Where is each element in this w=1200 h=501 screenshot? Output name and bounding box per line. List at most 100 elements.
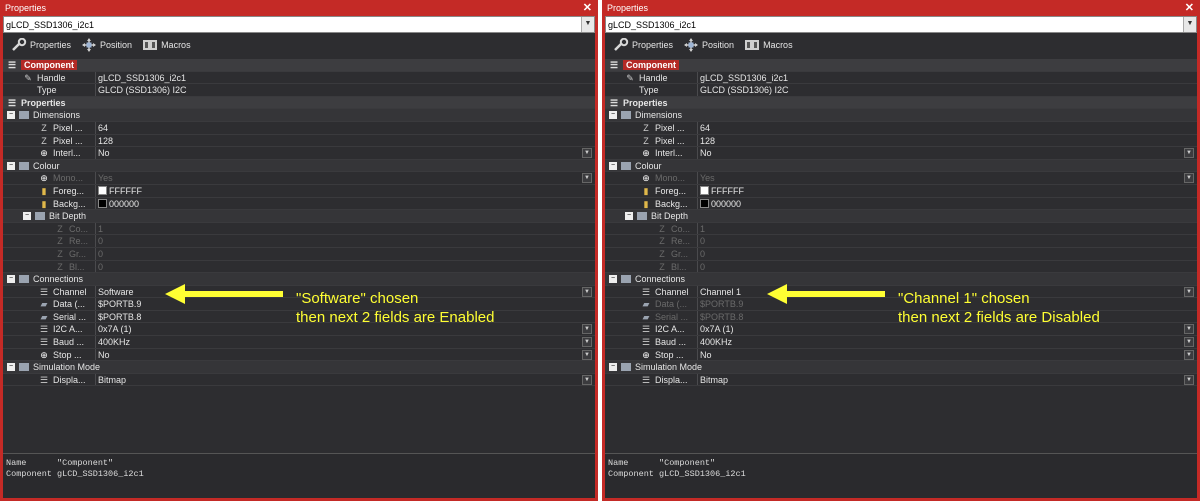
- prop-row-interlace[interactable]: ⊕ Interl... No ▼: [605, 147, 1197, 160]
- dropdown-icon[interactable]: ▼: [1184, 349, 1194, 360]
- prop-value-background[interactable]: 000000: [98, 198, 139, 210]
- dropdown-icon[interactable]: ▼: [582, 148, 592, 159]
- collapse-icon[interactable]: −: [23, 212, 31, 221]
- prop-value-interlace[interactable]: No: [98, 147, 110, 159]
- prop-value-channel[interactable]: Channel 1: [700, 286, 741, 298]
- group-colour[interactable]: − Colour: [605, 159, 1197, 173]
- prop-row-baud[interactable]: ☰ Baud ... 400KHz ▼: [3, 336, 595, 349]
- prop-row-pixel-width[interactable]: Z Pixel ... 128: [605, 134, 1197, 148]
- collapse-icon[interactable]: −: [609, 363, 617, 372]
- group-simulation-mode[interactable]: − Simulation Mode: [605, 361, 1197, 374]
- prop-value-colour-bits: 1: [700, 223, 706, 234]
- prop-row-background[interactable]: ▮ Backg... 000000: [3, 197, 595, 211]
- group-connections[interactable]: − Connections: [605, 273, 1197, 286]
- collapse-icon[interactable]: −: [7, 161, 15, 170]
- prop-value-serial-clock[interactable]: $PORTB.8: [98, 311, 141, 323]
- prop-row-pixel-height[interactable]: Z Pixel ... 64: [605, 121, 1197, 135]
- group-colour[interactable]: − Colour: [3, 159, 595, 173]
- properties-button[interactable]: Properties: [613, 38, 673, 52]
- prop-value-stop-delay[interactable]: No: [700, 349, 712, 361]
- prop-value-pixel-width[interactable]: 128: [98, 135, 113, 147]
- section-properties[interactable]: ☰ Properties: [605, 96, 1197, 110]
- group-connections[interactable]: − Connections: [3, 273, 595, 286]
- section-properties[interactable]: ☰ Properties: [3, 96, 595, 110]
- prop-row-display[interactable]: ☰ Displa... Bitmap ▼: [3, 373, 595, 387]
- prop-value-pixel-height[interactable]: 64: [98, 122, 108, 134]
- prop-value-channel[interactable]: Software: [98, 286, 134, 298]
- dropdown-icon[interactable]: ▼: [582, 324, 592, 335]
- prop-row-baud[interactable]: ☰ Baud ... 400KHz ▼: [605, 336, 1197, 349]
- prop-value-stop-delay[interactable]: No: [98, 349, 110, 361]
- collapse-icon[interactable]: −: [7, 111, 15, 120]
- properties-button-label: Properties: [30, 40, 72, 50]
- component-selector[interactable]: gLCD_SSD1306_i2c1 ▼: [605, 16, 1197, 33]
- component-selector[interactable]: gLCD_SSD1306_i2c1 ▼: [3, 16, 595, 33]
- position-button-label: Position: [100, 40, 133, 50]
- prop-row-handle[interactable]: ✎ Handle gLCD_SSD1306_i2c1: [605, 71, 1197, 85]
- prop-row-background[interactable]: ▮ Backg... 000000: [605, 197, 1197, 211]
- dropdown-icon[interactable]: ▼: [582, 337, 592, 348]
- collapse-icon[interactable]: −: [609, 275, 617, 284]
- prop-row-handle[interactable]: ✎ Handle gLCD_SSD1306_i2c1: [3, 71, 595, 85]
- collapse-icon[interactable]: −: [609, 111, 617, 120]
- prop-value-background[interactable]: 000000: [700, 198, 741, 210]
- dropdown-icon[interactable]: ▼: [1184, 374, 1194, 385]
- prop-row-foreground[interactable]: ▮ Foreg... FFFFFF: [3, 184, 595, 198]
- prop-row-stop-delay[interactable]: ⊕ Stop ... No ▼: [605, 348, 1197, 362]
- properties-button[interactable]: Properties: [11, 38, 71, 52]
- pencil-icon: ✎: [626, 72, 634, 83]
- close-icon[interactable]: ✕: [1185, 1, 1194, 14]
- prop-row-pixel-width[interactable]: Z Pixel ... 128: [3, 134, 595, 148]
- macros-button-label: Macros: [763, 40, 793, 50]
- dropdown-icon[interactable]: ▼: [582, 286, 592, 297]
- prop-value-i2c-address[interactable]: 0x7A (1): [700, 323, 734, 335]
- dropdown-icon[interactable]: ▼: [1184, 148, 1194, 159]
- group-bit-depth[interactable]: − Bit Depth: [605, 210, 1197, 223]
- colour-icon: ▮: [41, 198, 47, 209]
- prop-value-data-pin[interactable]: $PORTB.9: [98, 298, 141, 310]
- group-bit-depth[interactable]: − Bit Depth: [3, 210, 595, 223]
- macros-button[interactable]: Macros: [744, 38, 793, 52]
- dropdown-icon[interactable]: ▼: [1184, 324, 1194, 335]
- position-button[interactable]: Position: [81, 38, 132, 52]
- section-component[interactable]: ☰ Component: [605, 59, 1197, 72]
- prop-value-baud[interactable]: 400KHz: [700, 336, 732, 348]
- macros-button[interactable]: Macros: [142, 38, 191, 52]
- prop-row-stop-delay[interactable]: ⊕ Stop ... No ▼: [3, 348, 595, 362]
- prop-value-handle[interactable]: gLCD_SSD1306_i2c1: [700, 72, 788, 84]
- prop-value-pixel-height[interactable]: 64: [700, 122, 710, 134]
- prop-row-type[interactable]: Type GLCD (SSD1306) I2C: [3, 84, 595, 97]
- collapse-icon[interactable]: −: [609, 161, 617, 170]
- close-icon[interactable]: ✕: [583, 1, 592, 14]
- prop-value-baud[interactable]: 400KHz: [98, 336, 130, 348]
- group-dimensions[interactable]: − Dimensions: [3, 109, 595, 122]
- group-simulation-mode[interactable]: − Simulation Mode: [3, 361, 595, 374]
- prop-value-interlace[interactable]: No: [700, 147, 712, 159]
- prop-value-display[interactable]: Bitmap: [98, 374, 126, 386]
- prop-value-handle[interactable]: gLCD_SSD1306_i2c1: [98, 72, 186, 84]
- chevron-down-icon[interactable]: ▼: [581, 17, 594, 32]
- prop-value-foreground[interactable]: FFFFFF: [700, 185, 744, 197]
- dropdown-icon[interactable]: ▼: [1184, 337, 1194, 348]
- group-dimensions[interactable]: − Dimensions: [605, 109, 1197, 122]
- prop-row-pixel-height[interactable]: Z Pixel ... 64: [3, 121, 595, 135]
- dropdown-icon[interactable]: ▼: [1184, 286, 1194, 297]
- prop-value-display[interactable]: Bitmap: [700, 374, 728, 386]
- prop-value-foreground[interactable]: FFFFFF: [98, 185, 142, 197]
- chevron-down-icon[interactable]: ▼: [1183, 17, 1196, 32]
- prop-row-display[interactable]: ☰ Displa... Bitmap ▼: [605, 373, 1197, 387]
- collapse-icon[interactable]: −: [625, 212, 633, 221]
- prop-name-pixel-width: Pixel ...: [53, 135, 83, 146]
- collapse-icon[interactable]: −: [7, 363, 15, 372]
- prop-value-pixel-width[interactable]: 128: [700, 135, 715, 147]
- prop-row-interlace[interactable]: ⊕ Interl... No ▼: [3, 147, 595, 160]
- dropdown-icon[interactable]: ▼: [582, 374, 592, 385]
- collapse-icon[interactable]: −: [7, 275, 15, 284]
- prop-value-i2c-address[interactable]: 0x7A (1): [98, 323, 132, 335]
- dropdown-icon[interactable]: ▼: [582, 349, 592, 360]
- prop-row-foreground[interactable]: ▮ Foreg... FFFFFF: [605, 184, 1197, 198]
- section-component[interactable]: ☰ Component: [3, 59, 595, 72]
- position-button[interactable]: Position: [683, 38, 734, 52]
- property-grid: ☰ Component ✎ Handle gLCD_SSD1306_i2c1 T…: [3, 59, 595, 387]
- prop-row-type[interactable]: Type GLCD (SSD1306) I2C: [605, 84, 1197, 97]
